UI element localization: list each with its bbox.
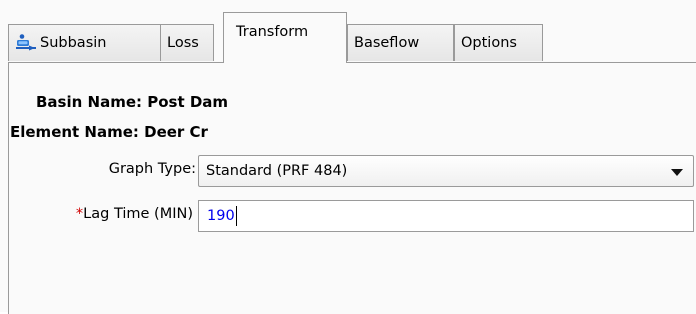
graph-type-value: Standard (PRF 484): [206, 163, 348, 179]
tab-label: Loss: [167, 35, 199, 51]
lag-time-label-group: *Lag Time (MIN): [76, 206, 193, 222]
tab-label: Transform: [236, 24, 309, 40]
tab-label: Subbasin: [40, 35, 107, 51]
tab-label: Baseflow: [354, 35, 420, 51]
tab-baseflow[interactable]: Baseflow: [347, 24, 454, 61]
basin-name-text: Basin Name: Post Dam: [36, 93, 229, 111]
tab-subbasin[interactable]: Subbasin: [8, 24, 161, 61]
graph-type-label: Graph Type:: [108, 161, 196, 177]
text-caret: [235, 206, 237, 226]
graph-type-select[interactable]: Standard (PRF 484): [198, 155, 694, 187]
component-editor: Subbasin Loss Transform Baseflow Options…: [0, 0, 696, 314]
chevron-down-icon[interactable]: [671, 169, 683, 176]
element-name-text: Element Name: Deer Cr: [10, 123, 208, 141]
lag-time-label: Lag Time (MIN): [83, 206, 193, 222]
lag-time-input[interactable]: 190: [198, 200, 694, 232]
tab-loss[interactable]: Loss: [160, 24, 214, 61]
tab-transform[interactable]: Transform: [223, 12, 347, 63]
subbasin-icon: [15, 33, 37, 53]
tab-strip: Subbasin Loss Transform Baseflow Options: [8, 10, 696, 63]
tab-options[interactable]: Options: [454, 24, 543, 61]
tab-label: Options: [461, 35, 517, 51]
lag-time-value: 190: [207, 208, 235, 224]
